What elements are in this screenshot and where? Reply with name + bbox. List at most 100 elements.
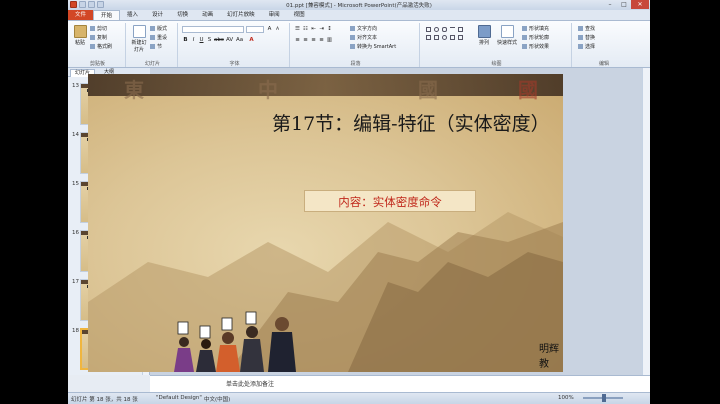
align-left-icon[interactable]: ≡ [294,37,301,44]
paragraph-group: ☰ ☷ ⇤ ⇥ ↕ ≡ ≡ ≡ ≡ ▥ 文字方向 对齐文本 转换为 SmartA… [292,23,420,67]
paint-bucket-icon [522,26,527,31]
find-button[interactable]: 查找 [578,26,595,33]
drawing-group: 排列 快速样式 形状填充 形状轮廓 形状效果 绘图 [422,23,572,67]
minimize-icon[interactable]: – [603,0,617,9]
calligraphy-char: 國 [418,78,438,102]
format-painter-button[interactable]: 格式刷 [90,44,112,51]
shape-fill-button[interactable]: 形状填充 [522,26,549,33]
paste-button[interactable]: 粘贴 [72,25,88,53]
tab-3[interactable]: 设计 [145,10,170,20]
binoculars-icon [578,26,583,31]
shape-effects-button[interactable]: 形状效果 [522,44,549,51]
section-icon [150,44,155,49]
content-box[interactable]: 内容：实体密度命令 [304,190,476,212]
triangle-shape-icon[interactable] [458,27,463,32]
font-color-icon[interactable]: A [248,37,255,44]
select-button[interactable]: 选择 [578,44,595,51]
pen-icon [522,35,527,40]
justify-icon[interactable]: ≡ [318,37,325,44]
increase-indent-icon[interactable]: ⇥ [318,26,325,33]
tab-6[interactable]: 幻灯片放映 [220,10,262,20]
strikethrough-icon[interactable]: abc [214,37,224,44]
new-slide-button[interactable]: 新建幻灯片 [130,25,148,53]
shape-outline-button[interactable]: 形状轮廓 [522,35,549,42]
oval-shape-icon[interactable] [434,27,439,32]
text-direction-icon [350,26,355,31]
slide-count: 幻灯片 第 18 张，共 18 张 [71,397,138,403]
reset-icon [150,35,155,40]
shrink-font-icon[interactable]: A [274,26,281,33]
scissors-icon [90,26,95,31]
tab-2[interactable]: 插入 [120,10,145,20]
columns-icon[interactable]: ▥ [326,37,333,44]
decrease-indent-icon[interactable]: ⇤ [310,26,317,33]
notes-pane[interactable]: 单击此处添加备注 [150,375,650,392]
tab-1[interactable]: 开始 [93,10,121,20]
notes-placeholder: 单击此处添加备注 [226,381,275,388]
font-name-combo[interactable] [182,26,244,33]
font-group: A A B I U S abc AV Aa A 字体 [180,23,290,67]
window-title: 01.ppt [兼容模式] - Microsoft PowerPoint(产品激… [286,3,432,9]
rounded-rect-shape-icon[interactable] [442,27,447,32]
tab-7[interactable]: 审阅 [262,10,287,20]
tab-8[interactable]: 视图 [287,10,312,20]
language: 中文(中国) [204,397,231,403]
layout-icon [150,26,155,31]
tab-0[interactable]: 文件 [68,10,94,20]
effects-icon [522,44,527,49]
canvas-scrollbar[interactable] [642,68,650,375]
theme-name: "Default Design" [156,395,202,401]
align-right-icon[interactable]: ≡ [310,37,317,44]
ribbon-tabs: 文件 开始 插入 设计 切换 动画 幻灯片放映 审阅 视图 [68,10,650,21]
arrow-shape-icon[interactable] [426,35,431,40]
star-shape-icon[interactable] [434,35,439,40]
arrange-button[interactable]: 排列 [476,25,492,53]
author-text: 明辉教育：青杨 [539,344,559,370]
thumbnail-number: 17 [72,279,79,285]
grow-font-icon[interactable]: A [266,26,273,33]
bullets-icon[interactable]: ☰ [294,26,301,33]
thumbnail-number: 14 [72,132,79,138]
close-icon[interactable]: ✕ [631,0,649,9]
bold-icon[interactable]: B [182,37,189,44]
title-bar: 01.ppt [兼容模式] - Microsoft PowerPoint(产品激… [68,0,650,10]
line-shape-icon[interactable] [450,27,455,32]
thumbnail-number: 18 [72,328,79,334]
section-button[interactable]: 节 [150,44,162,51]
paste-icon [73,25,87,38]
layout-button[interactable]: 版式 [150,26,167,33]
shadow-icon[interactable]: S [206,37,213,44]
rectangle-shape-icon[interactable] [426,27,431,32]
slide[interactable]: 東 中 國 國 第17节：编辑-特征（实体密度） 内容：实体密度命令 明辉教育：… [88,74,563,372]
underline-icon[interactable]: U [198,37,205,44]
font-size-combo[interactable] [246,26,264,33]
line-spacing-icon[interactable]: ↕ [326,26,333,33]
calligraphy-char: 國 [518,78,538,102]
thumbnail-number: 15 [72,181,79,187]
slide-title[interactable]: 第17节：编辑-特征（实体密度） [272,110,562,138]
replace-button[interactable]: 替换 [578,35,595,42]
tab-5[interactable]: 动画 [195,10,220,20]
maximize-icon[interactable]: □ [617,0,631,9]
zoom-slider-knob[interactable] [602,394,606,402]
tab-4[interactable]: 切换 [170,10,195,20]
reset-button[interactable]: 重设 [150,35,167,42]
cut-button[interactable]: 剪切 [90,26,107,33]
smartart-button[interactable]: 转换为 SmartArt [350,44,396,51]
brace-shape-icon[interactable] [458,35,463,40]
numbering-icon[interactable]: ☷ [302,26,309,33]
align-center-icon[interactable]: ≡ [302,37,309,44]
change-case-icon[interactable]: Aa [236,37,243,44]
text-direction-button[interactable]: 文字方向 [350,26,377,33]
copy-button[interactable]: 复制 [90,35,107,42]
copy-icon [90,35,95,40]
quick-styles-button[interactable]: 快速样式 [496,25,518,53]
align-text-button[interactable]: 对齐文本 [350,35,377,42]
char-spacing-icon[interactable]: AV [226,37,233,44]
circle-shape-icon[interactable] [442,35,447,40]
ribbon: 粘贴 剪切 复制 格式刷 剪贴板 新建幻灯片 版式 重设 节 幻灯片 A A B… [68,21,650,68]
replace-icon [578,35,583,40]
italic-icon[interactable]: I [190,37,197,44]
callout-shape-icon[interactable] [450,35,455,40]
people-holding-signs-image [174,311,296,372]
